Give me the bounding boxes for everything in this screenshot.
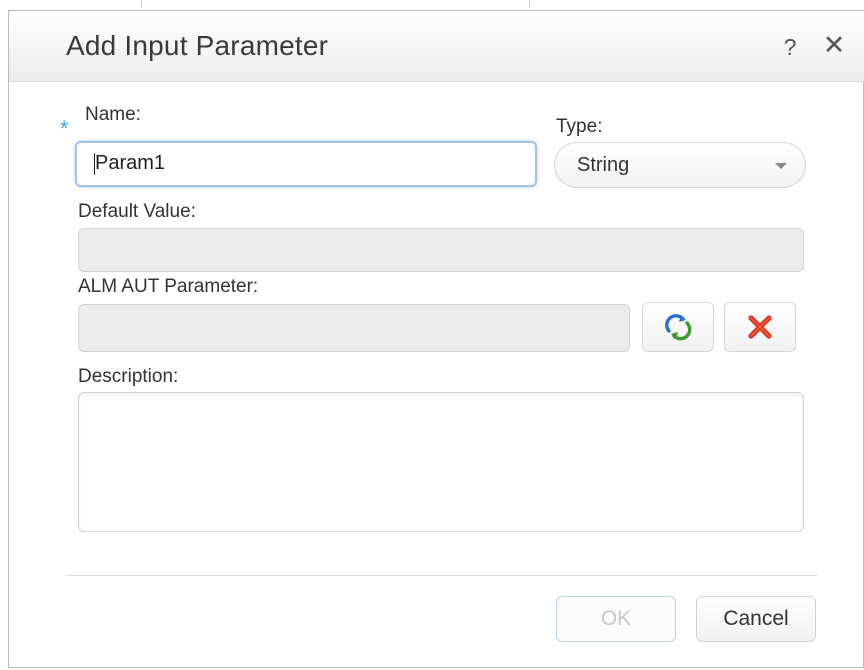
name-label: Name: [85, 104, 141, 125]
question-mark-icon[interactable]: ? [778, 34, 802, 61]
alm-aut-parameter-label: ALM AUT Parameter: [78, 276, 259, 297]
ok-button[interactable]: OK [556, 596, 676, 642]
name-input[interactable]: Param1 [75, 141, 537, 187]
default-value-input[interactable] [78, 228, 804, 272]
type-select-value: String [577, 154, 630, 176]
clear-aut-parameter-button[interactable] [724, 302, 796, 352]
required-field-marker: * [60, 116, 69, 141]
chevron-down-icon [775, 163, 787, 169]
dialog-title: Add Input Parameter [66, 30, 329, 61]
refresh-arrows-icon [665, 314, 692, 341]
background-window-edge [0, 0, 864, 10]
close-icon[interactable]: ✕ [821, 31, 847, 59]
description-label: Description: [78, 366, 179, 387]
description-textarea[interactable] [78, 392, 804, 532]
cancel-button[interactable]: Cancel [696, 596, 816, 642]
default-value-label: Default Value: [78, 201, 196, 222]
type-label: Type: [556, 116, 603, 137]
alm-aut-parameter-input[interactable] [78, 304, 630, 352]
name-input-value: Param1 [95, 152, 166, 174]
select-aut-parameter-button[interactable] [642, 302, 714, 352]
red-x-icon [748, 315, 772, 339]
footer-divider [65, 575, 817, 576]
background-divider [529, 0, 530, 8]
type-select[interactable]: String [554, 142, 806, 188]
background-divider [141, 0, 142, 8]
text-cursor [94, 152, 95, 175]
